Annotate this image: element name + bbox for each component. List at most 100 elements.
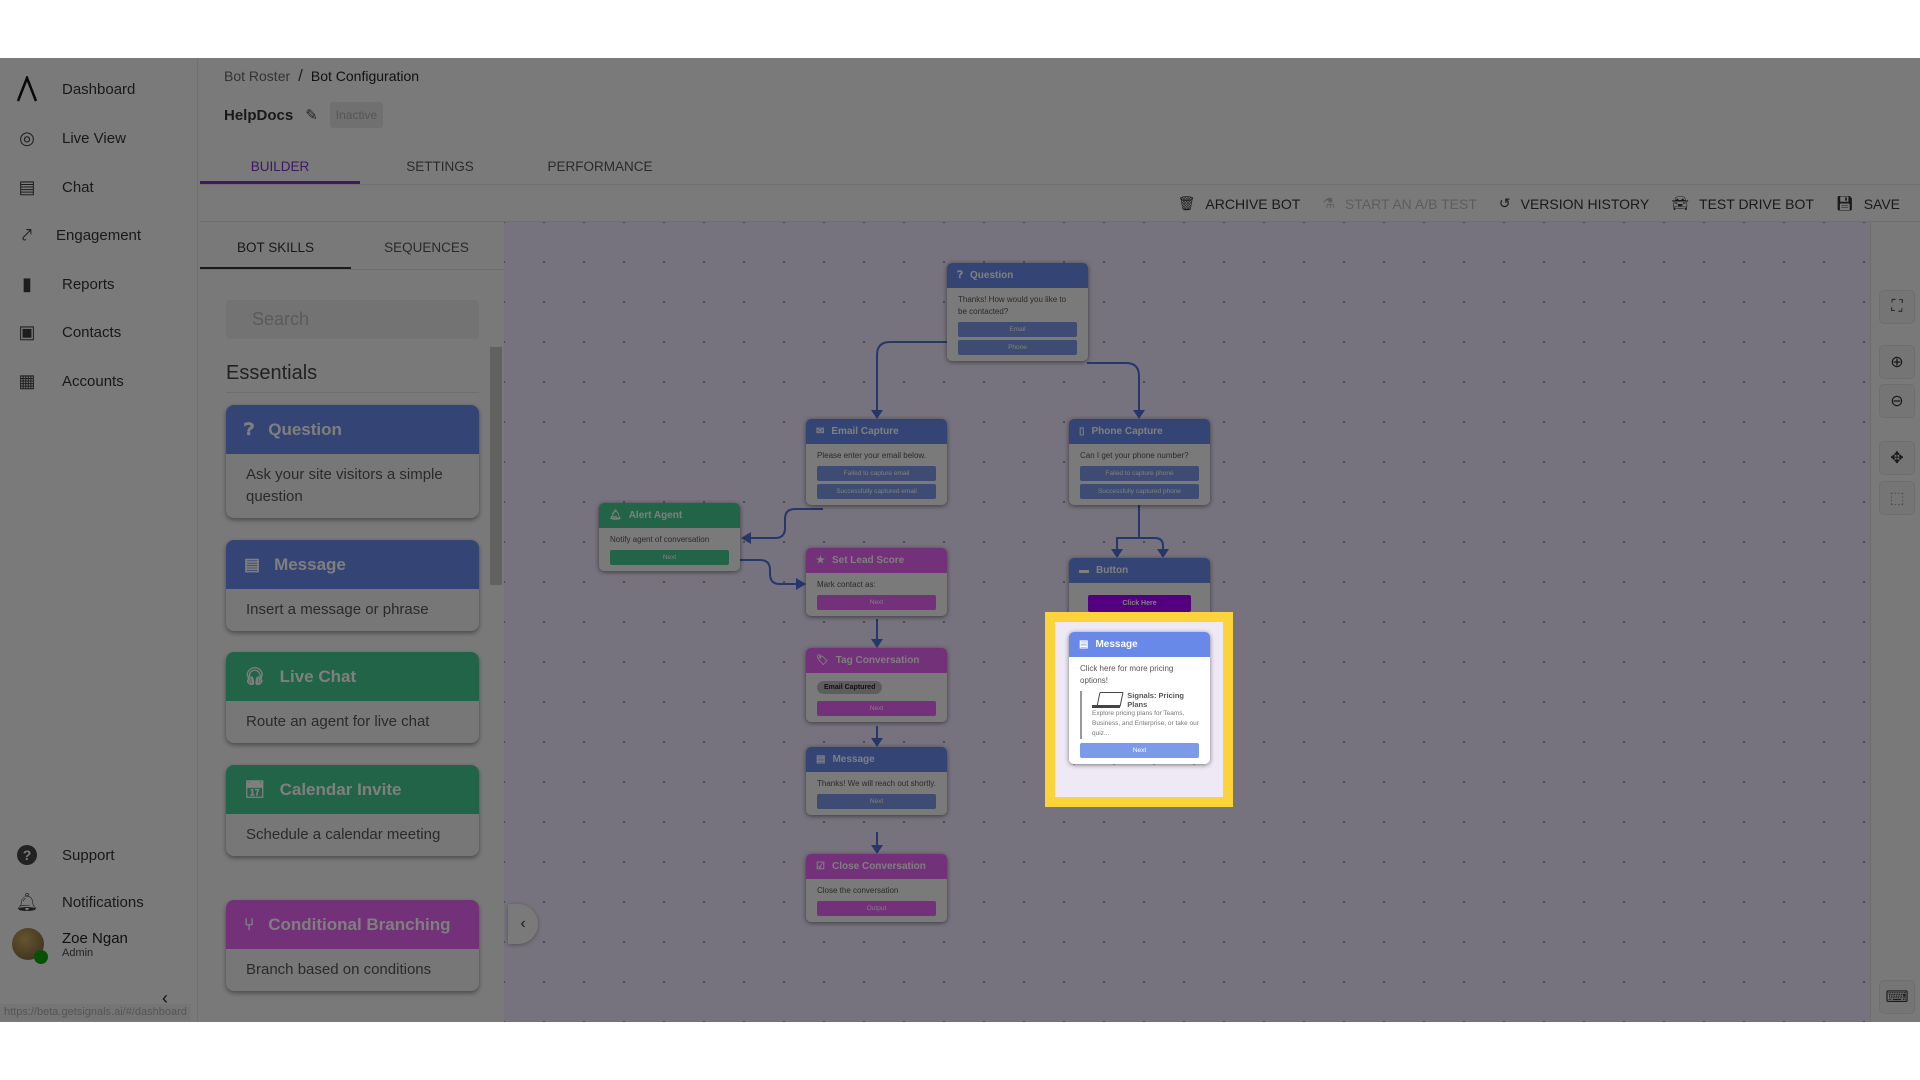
search-input[interactable]: [226, 300, 479, 339]
button-icon: ▬: [1079, 565, 1089, 576]
skill-card-calendar-invite[interactable]: 📅︎ Calendar Invite Schedule a calendar mee…: [226, 765, 479, 856]
sidebar-item-accounts[interactable]: ▦ Accounts: [14, 366, 123, 396]
zoom-out-icon[interactable]: ⊖: [1879, 384, 1915, 418]
flow-edge-arrowhead: [1133, 410, 1145, 419]
pencil-icon[interactable]: ✎: [305, 106, 318, 124]
sidebar-item-reports[interactable]: ▮ Reports: [14, 269, 114, 299]
chat-icon: ▤: [18, 176, 36, 197]
star-icon: ★: [816, 555, 825, 566]
sidebar-item-live-view[interactable]: ◎ Live View: [14, 123, 126, 153]
node-button[interactable]: Failed to capture email: [817, 466, 936, 481]
section-heading: Essentials: [226, 362, 318, 384]
pan-icon[interactable]: ✥: [1879, 441, 1915, 475]
tab-settings[interactable]: SETTINGS: [360, 140, 520, 184]
sidebar-item-support[interactable]: ? Support: [14, 840, 115, 870]
archive-bot-button[interactable]: 🗑︎ ARCHIVE BOT: [1178, 195, 1301, 212]
status-badge: Inactive: [329, 102, 384, 128]
node-button[interactable]: Successfully captured phone: [1080, 484, 1199, 499]
history-icon: ↺: [1498, 195, 1511, 211]
flow-node-question[interactable]: ❓︎ Question Thanks! How would you like to …: [947, 263, 1088, 361]
flow-node-phone-capture[interactable]: ▯ Phone Capture Can I get your phone numbe…: [1069, 419, 1210, 505]
node-button[interactable]: Phone: [958, 340, 1077, 355]
panel-scrollbar[interactable]: [490, 347, 502, 585]
flask-icon: ⚗︎: [1322, 195, 1335, 211]
link-preview[interactable]: Signals: Pricing Plans Explore pricing p…: [1080, 691, 1199, 739]
version-history-button[interactable]: ↺ VERSION HISTORY: [1499, 195, 1649, 212]
flow-node-message[interactable]: ▤ Message Thanks! We will reach out shortl…: [806, 747, 947, 815]
branch-icon: ⑂: [244, 914, 255, 934]
canvas-controls: ⛶ ⊕ ⊖ ✥ ⬚ ⌨ ⛶: [1870, 222, 1920, 1022]
breadcrumb-bot-configuration: Bot Configuration: [310, 68, 420, 84]
flow-node-email-capture[interactable]: ✉ Email Capture Please enter your email be…: [806, 419, 947, 505]
floppy-icon: 💾︎: [1835, 195, 1854, 211]
clipboard-check-icon: ☑: [816, 861, 825, 872]
node-button[interactable]: Email: [958, 322, 1077, 337]
node-button[interactable]: Next: [817, 701, 936, 716]
save-button[interactable]: 💾︎ SAVE: [1836, 195, 1900, 212]
node-button[interactable]: Next: [610, 550, 729, 565]
tab-sequences[interactable]: SEQUENCES: [351, 222, 502, 269]
flow-edge-arrowhead: [741, 532, 751, 544]
title-row: HelpDocs ✎ Inactive: [224, 102, 384, 128]
user-name: Zoe Ngan: [62, 929, 128, 947]
tab-performance[interactable]: PERFORMANCE: [520, 140, 680, 184]
help-icon: ?: [14, 842, 40, 868]
skill-card-live-chat[interactable]: 🎧︎ Live Chat Route an agent for live chat: [226, 652, 479, 743]
bell-icon: 🔔︎: [15, 891, 39, 912]
flow-node-tag-conversation[interactable]: 🏷︎ Tag Conversation Email Captured Next: [806, 648, 947, 722]
tab-builder[interactable]: BUILDER: [200, 140, 360, 184]
bot-skills-panel: BOT SKILLS SEQUENCES Essentials ❓︎Questi…: [200, 222, 504, 1022]
node-button[interactable]: Failed to capture phone: [1080, 466, 1199, 481]
avatar: [12, 928, 48, 964]
breadcrumb: Bot Roster / Bot Configuration: [224, 66, 420, 86]
node-button[interactable]: Successfully captured email: [817, 484, 936, 499]
car-icon: 🚘︎: [1671, 195, 1690, 211]
question-icon: ❓︎: [244, 419, 255, 439]
skill-card-conditional-branching[interactable]: ⑂ Conditional Branching Branch based on co…: [226, 900, 479, 991]
flow-node-message-highlighted[interactable]: ▤ Message Click here for more pricing opt…: [1069, 632, 1210, 764]
headset-icon: 🎧︎: [244, 666, 266, 686]
status-url: https://beta.getsignals.ai/#/dashboard: [0, 1004, 191, 1020]
flow-edge: [1087, 362, 1140, 413]
flow-node-alert-agent[interactable]: 🔔︎ Alert Agent Notify agent of conversatio…: [599, 503, 740, 571]
toolbar: 🗑︎ ARCHIVE BOT ⚗︎ START AN A/B TEST ↺ VERSI…: [200, 186, 1920, 222]
sidebar-item-contacts[interactable]: ▣ Contacts: [14, 317, 121, 347]
breadcrumb-separator: /: [298, 66, 303, 85]
test-drive-bot-button[interactable]: 🚘︎ TEST DRIVE BOT: [1671, 195, 1814, 212]
user-role: Admin: [62, 946, 94, 959]
skill-card-question[interactable]: ❓︎ Question Ask your site visitors a simpl…: [226, 405, 479, 518]
ab-test-button[interactable]: ⚗︎ START AN A/B TEST: [1322, 195, 1477, 212]
flow-node-close-conversation[interactable]: ☑ Close Conversation Close the conversatio…: [806, 854, 947, 922]
flow-edge-arrowhead: [871, 845, 883, 854]
sidebar-item-notifications[interactable]: 🔔︎ Notifications: [14, 887, 144, 917]
flow-edge: [1116, 502, 1140, 552]
flow-edge-arrowhead: [1111, 549, 1123, 558]
flow-edge-arrowhead: [871, 738, 883, 747]
tab-bot-skills[interactable]: BOT SKILLS: [200, 222, 351, 269]
flow-edge-arrowhead: [871, 639, 883, 648]
node-button[interactable]: Next: [817, 794, 936, 809]
sidebar-item-engagement[interactable]: ⤤ Engagement: [14, 220, 141, 250]
flow-edge-arrowhead: [871, 410, 883, 419]
node-button[interactable]: Next: [817, 595, 936, 610]
node-primary-button[interactable]: Click Here: [1088, 595, 1191, 612]
node-button[interactable]: Output: [817, 901, 936, 916]
sidebar-item-dashboard[interactable]: Dashboard: [14, 74, 135, 104]
skill-card-message[interactable]: ▤ Message Insert a message or phrase: [226, 540, 479, 631]
highlighted-message-node-region: ▤ Message Click here for more pricing opt…: [1045, 612, 1233, 807]
sidebar-item-chat[interactable]: ▤ Chat: [14, 172, 93, 202]
flow-node-set-lead-score[interactable]: ★ Set Lead Score Mark contact as: Next: [806, 548, 947, 616]
message-icon: ▤: [244, 554, 261, 574]
flow-edge: [746, 508, 823, 539]
breadcrumb-bot-roster[interactable]: Bot Roster: [224, 68, 290, 86]
zoom-in-icon[interactable]: ⊕: [1879, 345, 1915, 379]
keyboard-icon[interactable]: ⌨: [1879, 980, 1915, 1014]
envelope-icon: ✉: [816, 426, 825, 437]
select-area-icon[interactable]: ⬚: [1879, 481, 1915, 515]
contacts-icon: ▣: [18, 321, 36, 342]
user-profile[interactable]: Zoe Ngan Admin: [12, 928, 128, 964]
calendar-icon: 📅︎: [244, 779, 266, 799]
node-button-next[interactable]: Next: [1080, 743, 1199, 758]
fit-view-icon[interactable]: ⛶: [1879, 290, 1915, 324]
phone-icon: ▯: [1079, 426, 1085, 437]
